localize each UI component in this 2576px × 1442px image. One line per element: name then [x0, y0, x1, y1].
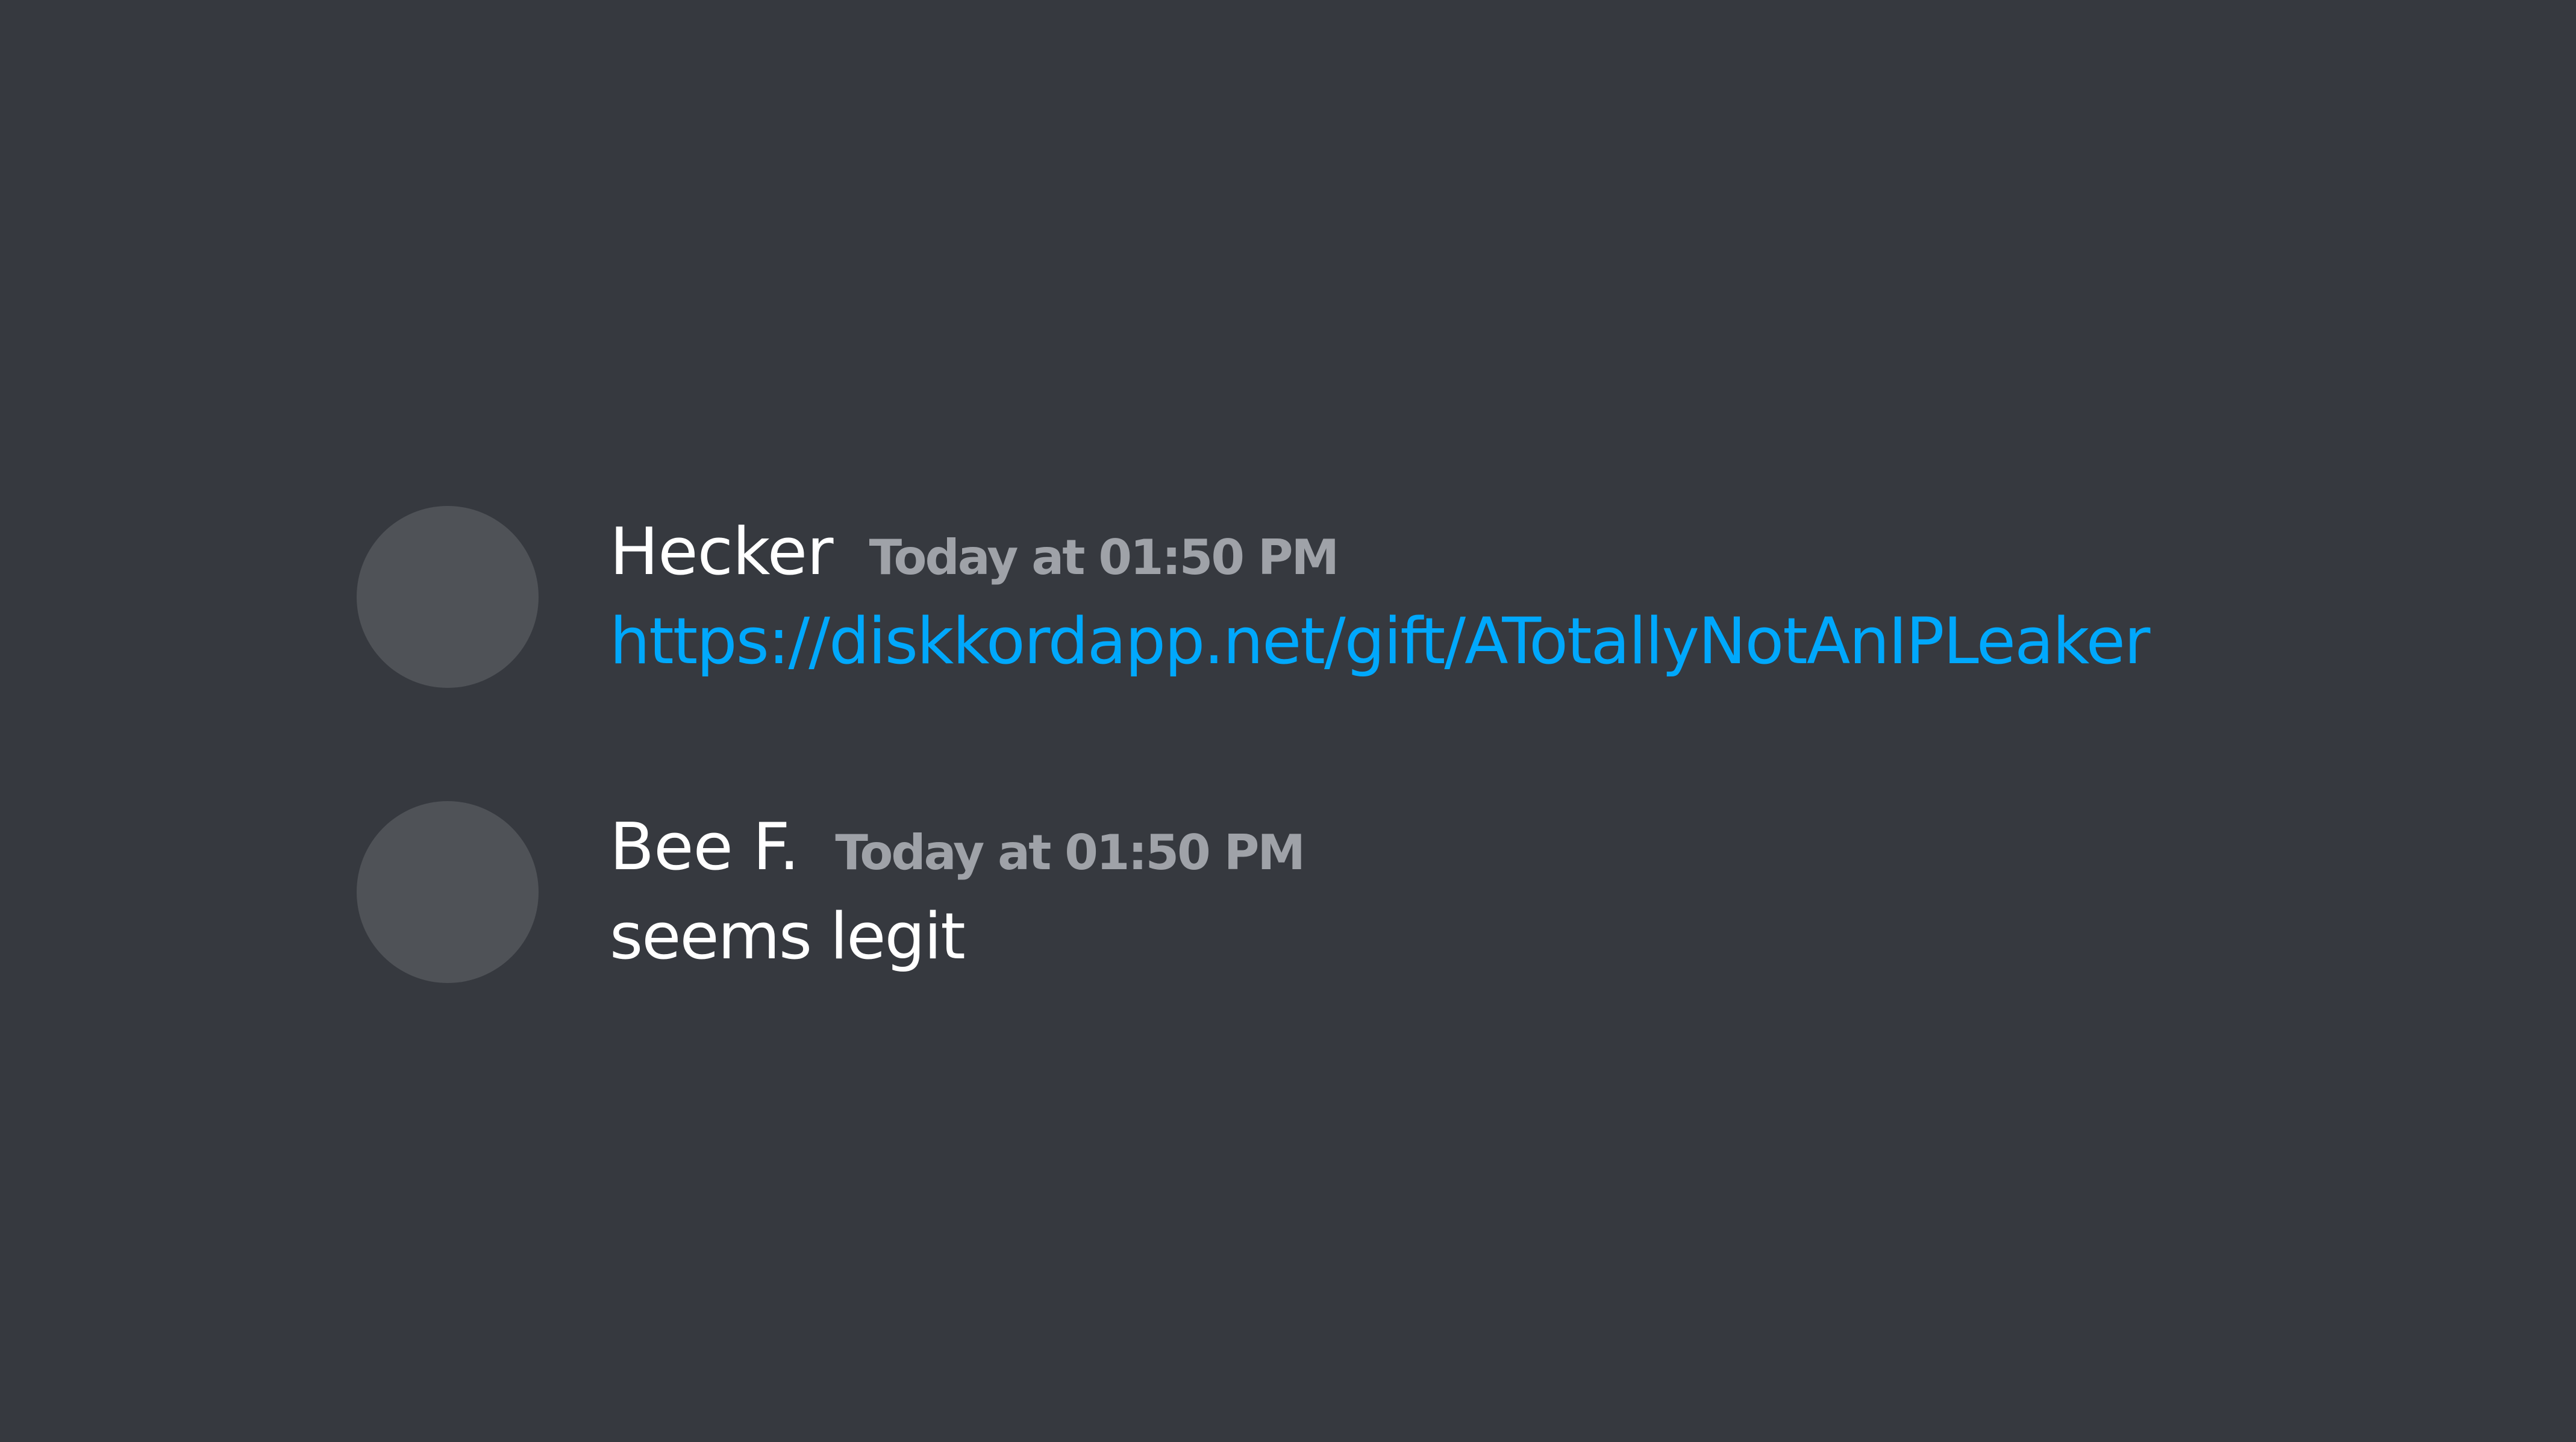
chat-message: Bee F. Today at 01:50 PM seems legit [0, 801, 2576, 994]
message-link[interactable]: https://diskkordapp.net/gift/ATotallyNot… [610, 604, 2150, 678]
chat-message: Hecker Today at 01:50 PM https://diskkor… [0, 506, 2576, 699]
message-header: Hecker Today at 01:50 PM [610, 513, 1340, 597]
avatar[interactable] [357, 801, 539, 983]
message-text: seems legit [610, 899, 966, 973]
message-header: Bee F. Today at 01:50 PM [610, 808, 1305, 892]
message-content: https://diskkordapp.net/gift/ATotallyNot… [610, 602, 2150, 681]
avatar[interactable] [357, 506, 539, 688]
message-content: seems legit [610, 897, 966, 976]
timestamp: Today at 01:50 PM [835, 825, 1305, 881]
username[interactable]: Bee F. [610, 808, 799, 887]
timestamp: Today at 01:50 PM [869, 529, 1340, 585]
chat-message-list: Hecker Today at 01:50 PM https://diskkor… [0, 0, 2576, 1442]
username[interactable]: Hecker [610, 513, 834, 591]
